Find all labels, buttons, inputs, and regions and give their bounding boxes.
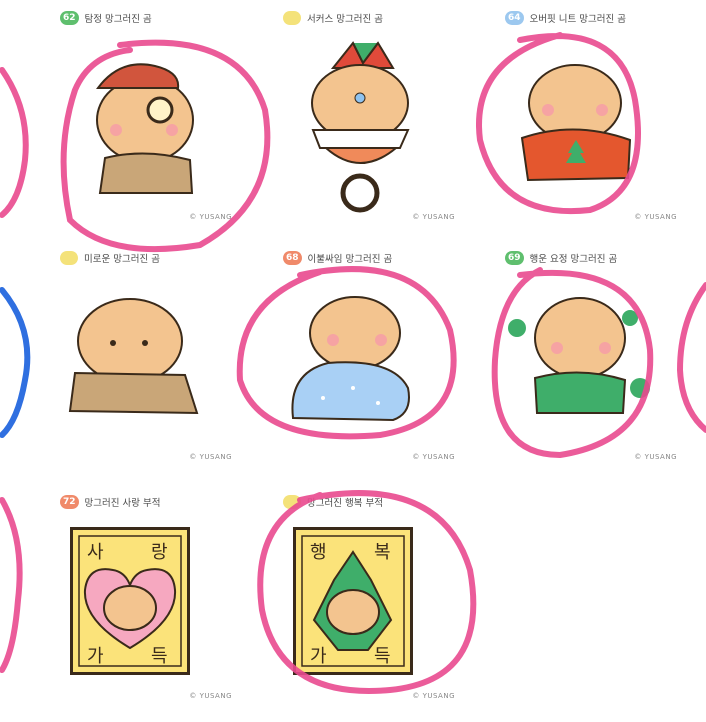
card-header: 68 이불싸임 망그러진 곰 [283,248,392,268]
trenchcoat-bear-illustration [68,298,199,415]
sticker-card-blanket[interactable]: 68 이불싸임 망그러진 곰 © YUSANG [283,248,473,478]
card-title: 오버핏 니트 망그러진 곰 [529,14,626,25]
number-badge [283,495,301,509]
charm-char: 득 [151,646,168,667]
detective-bear-illustration [96,63,194,194]
credit-text: © YUSANG [634,453,677,461]
sticker-card-love-charm[interactable]: 72 망그러진 사랑 부적 사 랑 가 득 © YUSANG [60,492,250,722]
card-title: 이불싸임 망그러진 곰 [307,254,393,265]
card-header: 64 오버핏 니트 망그러진 곰 [505,8,626,28]
card-title: 망그러진 행복 부적 [307,498,383,509]
credit-text: © YUSANG [189,213,232,221]
number-badge: 62 [60,11,79,25]
sticker-card-lucky-fairy[interactable]: 69 행운 요정 망그러진 곰 © YUSANG [505,248,695,478]
credit-text: © YUSANG [189,453,232,461]
sticker-card-trenchcoat[interactable]: 미로운 망그러진 곰 © YUSANG [60,248,250,478]
card-title: 망그러진 사랑 부적 [84,498,161,509]
card-title: 미로운 망그러진 곰 [84,254,160,265]
love-charm-illustration: 사 랑 가 득 [70,527,190,675]
card-header: 72 망그러진 사랑 부적 [60,492,161,512]
sticker-card-knit[interactable]: 64 오버핏 니트 망그러진 곰 © YUSANG [505,8,695,238]
knit-bear-illustration [520,64,632,182]
charm-char: 가 [310,646,327,667]
circus-bear-illustration [311,41,410,213]
credit-text: © YUSANG [412,692,455,700]
card-title: 서커스 망그러진 곰 [307,14,383,25]
blanket-bear-illustration [291,296,410,422]
charm-char: 가 [87,646,104,667]
happy-charm-illustration: 행 복 가 득 [293,527,413,675]
credit-text: © YUSANG [189,692,232,700]
charm-char: 복 [374,542,391,563]
pink-arc-left-bottom [0,497,23,673]
card-header: 62 탐정 망그러진 곰 [60,8,152,28]
pink-arc-left-top [0,67,29,218]
card-header: 망그러진 행복 부적 [283,492,383,512]
credit-text: © YUSANG [634,213,677,221]
credit-text: © YUSANG [412,453,455,461]
number-badge [60,251,78,265]
number-badge: 72 [60,495,79,509]
number-badge: 68 [283,251,302,265]
blue-arc-left-middle [0,287,31,438]
card-header: 69 행운 요정 망그러진 곰 [505,248,617,268]
card-header: 미로운 망그러진 곰 [60,248,160,268]
lucky-fairy-bear-illustration [508,297,650,414]
charm-char: 랑 [151,542,168,563]
number-badge: 69 [505,251,524,265]
card-title: 탐정 망그러진 곰 [84,14,152,25]
sticker-card-detective[interactable]: 62 탐정 망그러진 곰 © YUSANG [60,8,250,238]
credit-text: © YUSANG [412,213,455,221]
charm-char: 행 [310,542,327,563]
card-header: 서커스 망그러진 곰 [283,8,383,28]
number-badge: 64 [505,11,524,25]
number-badge [283,11,301,25]
sticker-card-circus[interactable]: 서커스 망그러진 곰 © YUSANG [283,8,473,238]
charm-char: 사 [87,542,104,563]
sticker-card-happy-charm[interactable]: 망그러진 행복 부적 행 복 가 득 © YUSANG [283,492,473,722]
charm-char: 득 [374,646,391,667]
card-title: 행운 요정 망그러진 곰 [529,254,618,265]
